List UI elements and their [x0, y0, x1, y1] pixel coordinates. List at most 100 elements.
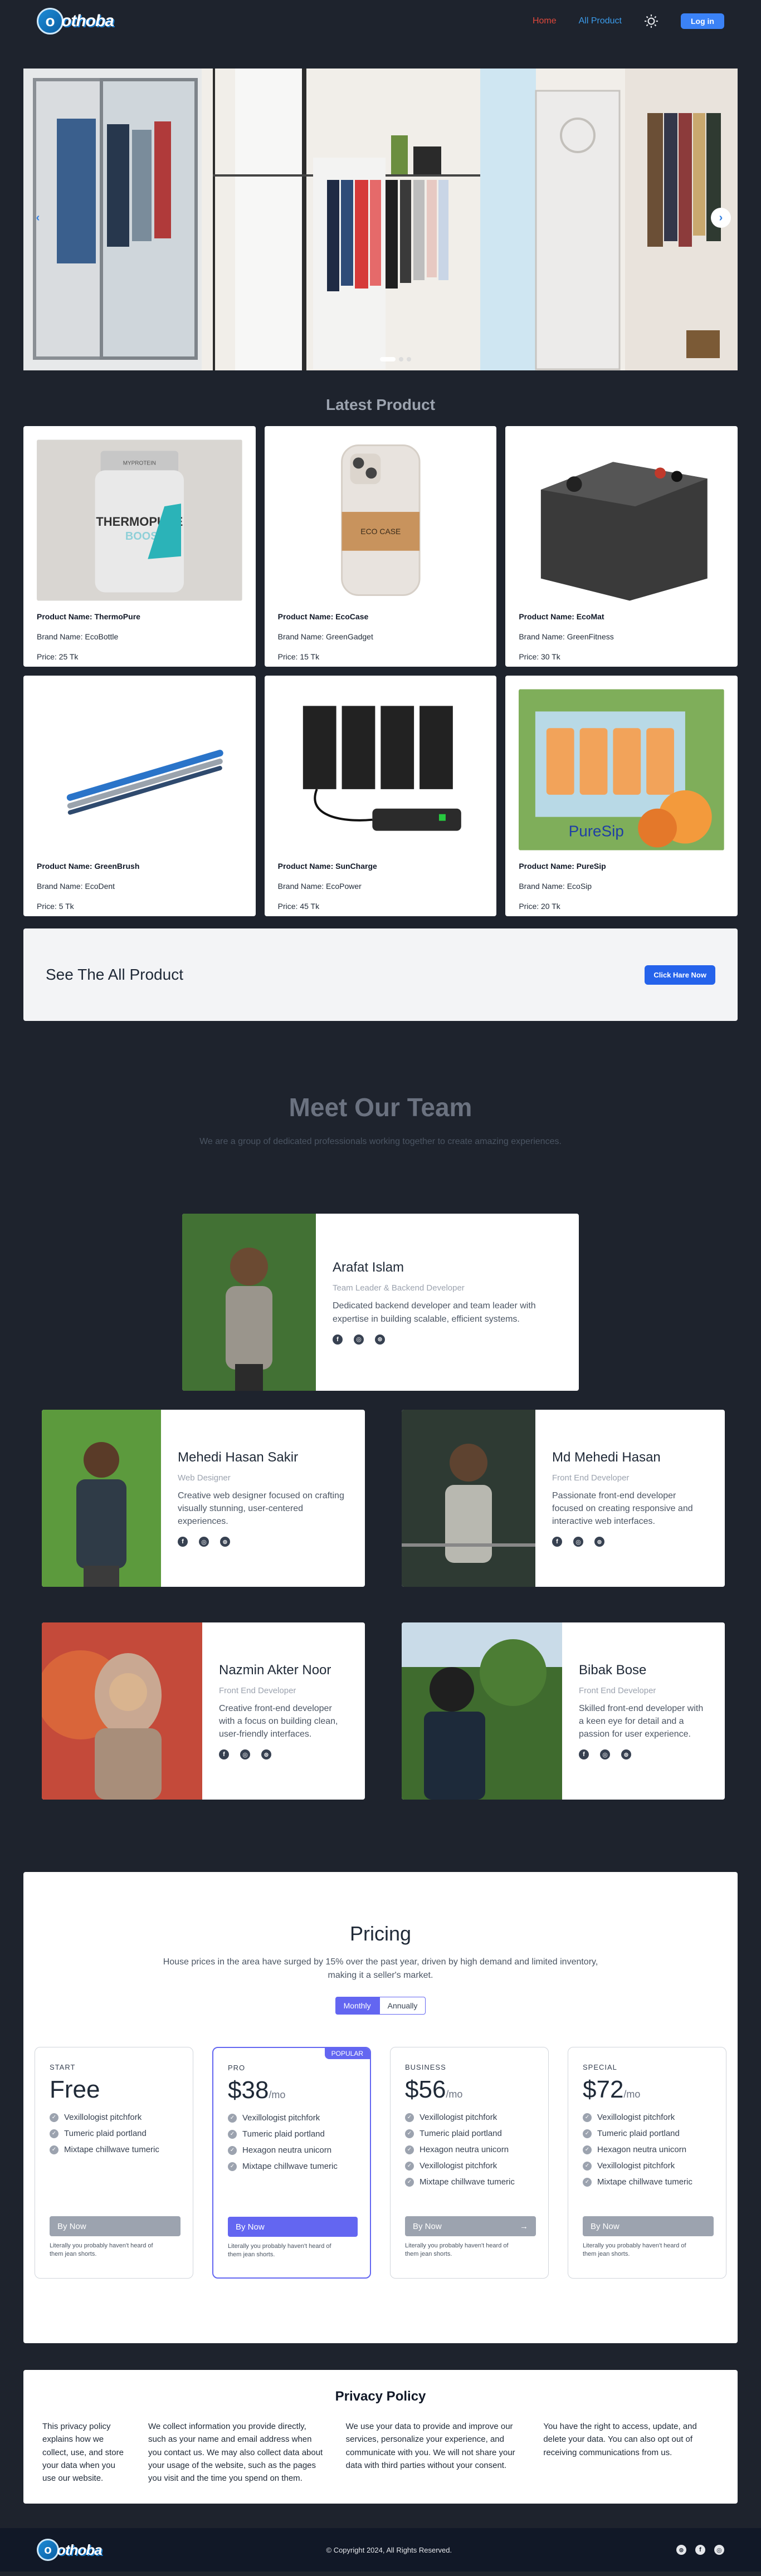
check-icon: ✓: [405, 2161, 414, 2171]
product-name: Product Name: SunCharge: [277, 862, 377, 871]
buy-now-button[interactable]: By Now: [228, 2217, 358, 2237]
pricing-plan-business: BUSINESS $56/mo ✓ Vexillologist pitchfork…: [390, 2047, 549, 2279]
dribbble-icon[interactable]: ⊛: [621, 1749, 631, 1760]
member-bio: Creative web designer focused on craftin…: [178, 1490, 344, 1527]
product-card[interactable]: Product Name: GreenBrush Brand Name: Eco…: [23, 676, 256, 916]
buy-now-button[interactable]: By Now: [583, 2216, 714, 2236]
product-card[interactable]: Product Name: SunCharge Brand Name: EcoP…: [264, 676, 497, 916]
member-role: Front End Developer: [219, 1685, 296, 1695]
feature-label: Vexillologist pitchfork: [597, 2113, 675, 2122]
github-icon[interactable]: ◎: [240, 1749, 250, 1760]
member-socials: f ◎ ⊛: [333, 1334, 562, 1345]
product-card[interactable]: Product Name: EcoMat Brand Name: GreenFi…: [505, 426, 738, 667]
dribbble-icon[interactable]: ⊛: [676, 2545, 686, 2555]
facebook-icon[interactable]: f: [579, 1749, 589, 1760]
feature-label: Tumeric plaid portland: [419, 2129, 502, 2138]
member-info: Mehedi Hasan Sakir Web Designer Creative…: [161, 1410, 365, 1587]
facebook-icon[interactable]: f: [219, 1749, 229, 1760]
logo-mark: o: [37, 2539, 59, 2561]
feature-label: Tumeric plaid portland: [242, 2129, 325, 2139]
click-here-button[interactable]: Click Hare Now: [645, 965, 715, 985]
check-icon: ✓: [50, 2129, 58, 2138]
login-button[interactable]: Log in: [681, 13, 724, 29]
popular-badge: POPULAR: [324, 2048, 370, 2059]
copyright-text: © Copyright 2024, All Rights Reserved.: [326, 2545, 452, 2554]
product-price: Price: 30 Tk: [519, 652, 560, 661]
plan-price-period: /mo: [446, 2089, 463, 2100]
annually-toggle[interactable]: Annually: [379, 1997, 426, 2015]
plan-feature: ✓ Tumeric plaid portland: [583, 2129, 714, 2138]
plan-feature: ✓ Tumeric plaid portland: [228, 2129, 358, 2139]
plan-feature: ✓ Vexillologist pitchfork: [405, 2113, 536, 2122]
facebook-icon[interactable]: f: [178, 1537, 188, 1547]
buy-now-button[interactable]: By Now →: [405, 2216, 536, 2236]
product-brand: Brand Name: EcoPower: [277, 882, 362, 891]
plan-price-value: $72: [583, 2076, 624, 2103]
slide-dot-1[interactable]: [380, 357, 396, 361]
check-icon: ✓: [405, 2113, 414, 2122]
check-icon: ✓: [583, 2145, 592, 2154]
check-icon: ✓: [405, 2129, 414, 2138]
prev-slide-button[interactable]: ‹: [28, 208, 48, 228]
product-image: PureSip: [519, 689, 724, 850]
feature-label: Tumeric plaid portland: [597, 2129, 680, 2138]
product-grid: MYPROTEIN THERMOPURE BOOST Product Name: T…: [23, 426, 738, 916]
nav-home-link[interactable]: Home: [533, 16, 557, 26]
plan-price-value: Free: [50, 2076, 100, 2103]
member-name: Arafat Islam: [333, 1260, 404, 1275]
github-icon[interactable]: ◎: [199, 1537, 209, 1547]
next-slide-button[interactable]: ›: [711, 208, 731, 228]
dribbble-icon[interactable]: ⊛: [594, 1537, 604, 1547]
slide-dot-2[interactable]: [399, 357, 403, 361]
nav-all-product-link[interactable]: All Product: [579, 16, 622, 26]
feature-label: Vexillologist pitchfork: [242, 2113, 320, 2123]
check-icon: ✓: [50, 2113, 58, 2122]
plan-feature: ✓ Vexillologist pitchfork: [583, 2161, 714, 2171]
plan-price: $72/mo: [583, 2076, 714, 2104]
carousel-indicators: [380, 357, 411, 361]
facebook-icon[interactable]: f: [552, 1537, 562, 1547]
product-card[interactable]: MYPROTEIN THERMOPURE BOOST Product Name: T…: [23, 426, 256, 667]
team-title: Meet Our Team: [289, 1093, 472, 1122]
github-icon[interactable]: ◎: [573, 1537, 583, 1547]
plan-feature: ✓ Tumeric plaid portland: [405, 2129, 536, 2138]
facebook-icon[interactable]: f: [695, 2545, 705, 2555]
dribbble-icon[interactable]: ⊛: [375, 1334, 385, 1345]
product-card[interactable]: PureSip Product Name: PureSip Brand Name…: [505, 676, 738, 916]
check-icon: ✓: [583, 2161, 592, 2171]
member-name: Mehedi Hasan Sakir: [178, 1449, 299, 1465]
product-name: Product Name: GreenBrush: [37, 862, 140, 871]
dribbble-icon[interactable]: ⊛: [220, 1537, 230, 1547]
member-socials: f ◎ ⊛: [552, 1537, 708, 1547]
slide-dot-3[interactable]: [407, 357, 411, 361]
sun-icon[interactable]: [644, 14, 658, 28]
plan-price: $38/mo: [228, 2076, 358, 2104]
dribbble-icon[interactable]: ⊛: [261, 1749, 271, 1760]
brand-logo[interactable]: o othoba: [37, 7, 114, 35]
pricing-section: Pricing House prices in the area have su…: [23, 1872, 738, 2343]
check-icon: ✓: [228, 2129, 237, 2139]
product-image: ECO CASE: [277, 439, 484, 601]
feature-label: Vexillologist pitchfork: [64, 2113, 142, 2122]
team-member-card: Mehedi Hasan Sakir Web Designer Creative…: [42, 1410, 365, 1587]
plan-feature: ✓ Hexagon neutra unicorn: [228, 2145, 358, 2155]
plan-feature: ✓ Mixtape chillwave tumeric: [50, 2145, 181, 2154]
feature-label: Vexillologist pitchfork: [419, 2113, 497, 2122]
product-brand: Brand Name: EcoDent: [37, 882, 115, 891]
buy-now-button[interactable]: By Now: [50, 2216, 181, 2236]
plan-tag: BUSINESS: [405, 2063, 446, 2071]
facebook-icon[interactable]: f: [333, 1334, 343, 1345]
footer-logo[interactable]: o othoba: [37, 2539, 103, 2561]
github-icon[interactable]: ◎: [714, 2545, 724, 2555]
github-icon[interactable]: ◎: [354, 1334, 364, 1345]
plan-price-value: $56: [405, 2076, 446, 2103]
github-icon[interactable]: ◎: [600, 1749, 610, 1760]
privacy-columns: This privacy policy explains how we coll…: [42, 2420, 719, 2485]
product-card[interactable]: ECO CASE Product Name: EcoCase Brand Nam…: [264, 426, 497, 667]
check-icon: ✓: [405, 2177, 414, 2187]
team-member-card: Bibak Bose Front End Developer Skilled f…: [402, 1622, 725, 1800]
team-member-card: Arafat Islam Team Leader & Backend Devel…: [182, 1214, 579, 1391]
footer-socials: ⊛ f ◎: [676, 2545, 724, 2555]
buy-now-label: By Now: [236, 2222, 265, 2232]
monthly-toggle[interactable]: Monthly: [335, 1997, 379, 2015]
